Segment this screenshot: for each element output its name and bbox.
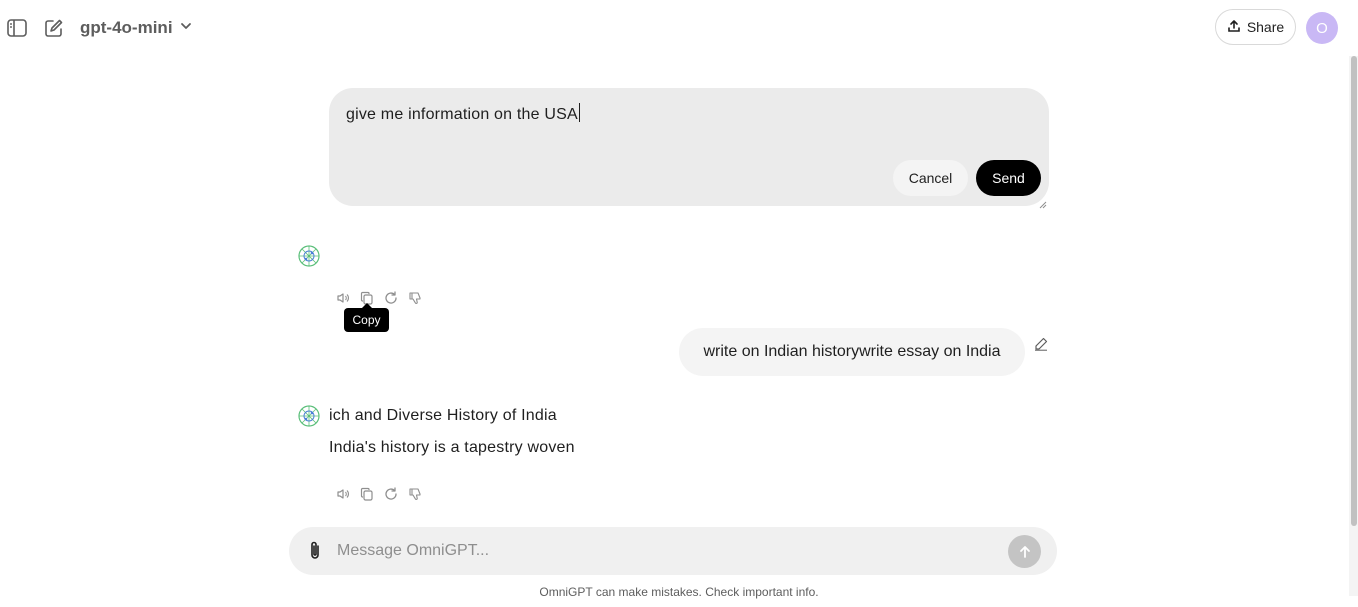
edit-message-input[interactable]: give me information on the USA xyxy=(346,103,580,124)
cancel-button[interactable]: Cancel xyxy=(893,160,968,196)
new-chat-button[interactable] xyxy=(43,17,65,39)
refresh-icon[interactable] xyxy=(383,290,399,306)
message-actions xyxy=(335,486,423,502)
model-selector[interactable]: gpt-4o-mini xyxy=(80,16,193,40)
thumbs-down-icon[interactable] xyxy=(407,290,423,306)
share-button[interactable]: Share xyxy=(1215,9,1296,45)
paperclip-icon xyxy=(307,540,323,562)
bot-logo-icon xyxy=(298,405,320,427)
send-label: Send xyxy=(992,170,1025,186)
model-name: gpt-4o-mini xyxy=(80,18,173,37)
upload-icon xyxy=(1227,19,1241,36)
assistant-heading: ich and Diverse History of India xyxy=(329,407,557,424)
pencil-icon xyxy=(1034,337,1048,351)
avatar-initial: O xyxy=(1316,19,1328,37)
share-label: Share xyxy=(1246,19,1285,35)
copy-icon[interactable] xyxy=(359,486,375,502)
edit-message-button[interactable] xyxy=(1033,336,1049,352)
user-message-text: write on Indian historywrite essay on In… xyxy=(703,343,1001,360)
sidebar-toggle-button[interactable] xyxy=(6,18,28,38)
send-button[interactable]: Send xyxy=(976,160,1041,196)
cancel-label: Cancel xyxy=(908,170,953,186)
arrow-up-icon xyxy=(1018,545,1032,559)
speaker-icon[interactable] xyxy=(335,486,351,502)
thumbs-down-icon[interactable] xyxy=(407,486,423,502)
assistant-text: India's history is a tapestry woven xyxy=(329,439,575,456)
submit-message-button[interactable] xyxy=(1008,535,1041,568)
attach-button[interactable] xyxy=(304,540,326,562)
disclaimer-note: OmniGPT can make mistakes. Check importa… xyxy=(539,585,819,599)
message-input[interactable] xyxy=(337,538,987,564)
message-actions xyxy=(335,290,423,306)
copy-tooltip-label: Copy xyxy=(352,313,381,327)
chevron-down-icon xyxy=(179,18,193,38)
sidebar-toggle-icon xyxy=(7,19,27,37)
user-message-bubble: write on Indian historywrite essay on In… xyxy=(679,328,1025,376)
scrollbar-thumb[interactable] xyxy=(1351,56,1357,526)
text-caret xyxy=(578,103,580,122)
copy-tooltip: Copy xyxy=(344,303,389,332)
resize-grip-icon[interactable] xyxy=(1039,196,1047,209)
bot-logo-icon xyxy=(298,245,320,267)
speaker-icon[interactable] xyxy=(335,290,351,306)
new-chat-icon xyxy=(44,18,64,38)
edit-message-text: give me information on the USA xyxy=(346,106,578,123)
refresh-icon[interactable] xyxy=(383,486,399,502)
avatar[interactable]: O xyxy=(1306,12,1338,44)
